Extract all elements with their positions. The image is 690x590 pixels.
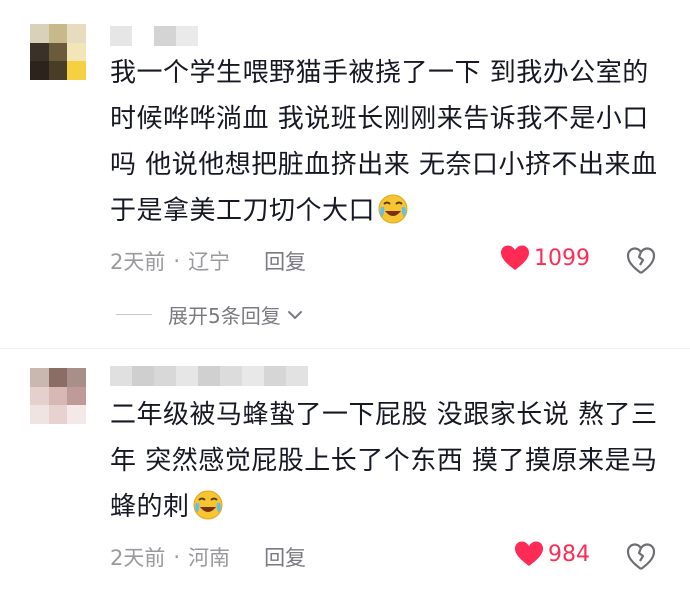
broken-heart-icon[interactable] bbox=[626, 246, 656, 276]
expand-line bbox=[116, 314, 152, 315]
reply-button[interactable]: 回复 bbox=[264, 542, 306, 572]
username-pixel bbox=[264, 366, 286, 386]
location: 辽宁 bbox=[188, 250, 231, 274]
comment-text: 我一个学生喂野猫手被挠了一下 到我办公室的时候哗哗淌血 我说班长刚刚来告诉我不是… bbox=[110, 50, 670, 234]
avatar-pixel bbox=[67, 386, 86, 406]
username-pixel bbox=[176, 26, 198, 46]
avatar-pixel bbox=[30, 42, 49, 62]
avatar-pixel bbox=[48, 24, 68, 43]
username-pixel bbox=[286, 366, 308, 386]
separator-dot: · bbox=[173, 249, 181, 273]
username-pixel bbox=[132, 366, 154, 386]
username-pixel bbox=[110, 366, 132, 386]
expand-replies-label: 展开5条回复 bbox=[168, 304, 281, 328]
timestamp: 2天前 bbox=[110, 546, 166, 570]
avatar-pixel bbox=[67, 61, 86, 80]
reply-button[interactable]: 回复 bbox=[264, 246, 306, 276]
avatar-pixel bbox=[30, 386, 49, 406]
location: 河南 bbox=[188, 546, 231, 570]
avatar[interactable] bbox=[30, 368, 86, 424]
avatar-pixel bbox=[67, 24, 86, 43]
broken-heart-icon[interactable] bbox=[626, 542, 656, 572]
laughing-crying-emoji-icon bbox=[378, 194, 408, 224]
avatar-pixel bbox=[30, 24, 49, 43]
avatar-pixel bbox=[67, 405, 86, 424]
heart-filled-icon bbox=[501, 245, 529, 270]
avatar-pixel bbox=[48, 42, 68, 62]
username-pixel bbox=[242, 366, 264, 386]
username-pixel bbox=[198, 366, 220, 386]
avatar-pixel bbox=[48, 61, 68, 80]
like-button[interactable]: 1099 bbox=[500, 244, 590, 272]
expand-replies-button[interactable]: 展开5条回复 bbox=[116, 300, 305, 329]
timestamp: 2天前 bbox=[110, 250, 166, 274]
username-pixel bbox=[132, 26, 154, 46]
separator-dot: · bbox=[173, 545, 181, 569]
heart-filled-icon bbox=[515, 541, 543, 566]
divider bbox=[0, 348, 690, 349]
avatar-pixel bbox=[48, 405, 68, 424]
username-pixel bbox=[220, 366, 242, 386]
username-blurred[interactable] bbox=[110, 26, 198, 46]
laughing-crying-emoji-icon bbox=[193, 490, 223, 520]
username-blurred[interactable] bbox=[110, 366, 308, 386]
like-count: 984 bbox=[548, 541, 590, 567]
username-pixel bbox=[154, 366, 176, 386]
like-count: 1099 bbox=[534, 245, 590, 271]
username-pixel bbox=[110, 26, 132, 46]
username-pixel bbox=[154, 26, 176, 46]
avatar-pixel bbox=[30, 61, 49, 80]
avatar-pixel bbox=[30, 368, 49, 387]
comment-text: 二年级被马蜂蛰了一下屁股 没跟家长说 熬了三年 突然感觉屁股上长了个东西 摸了摸… bbox=[110, 392, 665, 530]
avatar[interactable] bbox=[30, 24, 86, 80]
avatar-pixel bbox=[67, 42, 86, 62]
comment-meta: 2天前 · 河南 回复 bbox=[110, 542, 306, 572]
avatar-pixel bbox=[30, 405, 49, 424]
avatar-pixel bbox=[67, 368, 86, 387]
like-button[interactable]: 984 bbox=[514, 540, 590, 568]
chevron-down-icon bbox=[287, 310, 302, 319]
avatar-pixel bbox=[48, 368, 68, 387]
username-pixel bbox=[176, 366, 198, 386]
comment-meta: 2天前 · 辽宁 回复 bbox=[110, 246, 306, 276]
avatar-pixel bbox=[48, 386, 68, 406]
